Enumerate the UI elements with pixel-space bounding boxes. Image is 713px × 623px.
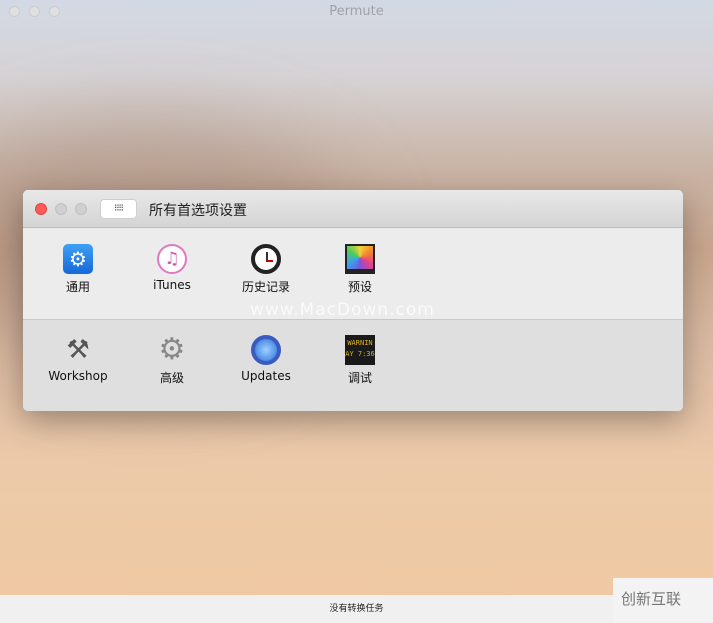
- logo-text: 创新互联: [621, 590, 682, 608]
- pref-label: 调试: [347, 371, 372, 385]
- prefs-minimize-button[interactable]: [55, 203, 67, 215]
- monitor-icon: [345, 244, 375, 274]
- app-title: Permute: [329, 4, 384, 19]
- minimize-button[interactable]: [29, 6, 40, 17]
- show-all-grid-button[interactable]: ⁝⁝⁝⁝: [100, 199, 137, 219]
- gear-icon: ⚙: [158, 332, 186, 367]
- prefs-close-button[interactable]: [35, 203, 47, 215]
- zoom-button[interactable]: [49, 6, 60, 17]
- clock-icon: [251, 244, 281, 274]
- prefs-titlebar: ⁝⁝⁝⁝ 所有首选项设置: [23, 190, 683, 228]
- prefs-title: 所有首选项设置: [149, 203, 247, 219]
- pref-workshop[interactable]: ⚒ Workshop: [38, 335, 118, 383]
- pref-label: 高级: [159, 371, 184, 385]
- pref-label: 通用: [65, 280, 90, 294]
- pref-label: 预设: [347, 280, 372, 294]
- itunes-icon: ♫: [157, 244, 187, 274]
- updates-icon: [251, 335, 281, 365]
- pref-label: Updates: [241, 369, 291, 383]
- tools-icon: ⚒: [66, 335, 90, 365]
- pref-general[interactable]: ⚙ 通用: [38, 244, 118, 295]
- console-icon: WARNIN AY 7:36: [345, 335, 375, 365]
- pref-label: iTunes: [153, 278, 191, 292]
- general-gear-icon: ⚙: [63, 244, 93, 274]
- prefs-zoom-button[interactable]: [75, 203, 87, 215]
- corner-logo: 创新互联: [613, 578, 713, 623]
- pref-advanced[interactable]: ⚙ 高级: [132, 335, 212, 386]
- pref-updates[interactable]: Updates: [226, 335, 306, 383]
- status-bar: 没有转换任务: [0, 595, 713, 623]
- close-button[interactable]: [9, 6, 20, 17]
- pref-label: Workshop: [48, 369, 108, 383]
- watermark: www.MacDown.com: [250, 300, 435, 320]
- pref-history[interactable]: 历史记录: [226, 244, 306, 295]
- prefs-row-2: ⚒ Workshop ⚙ 高级 Updates WARNIN AY 7:36 调…: [23, 320, 683, 411]
- app-titlebar: Permute: [0, 0, 713, 24]
- pref-itunes[interactable]: ♫ iTunes: [132, 244, 212, 292]
- pref-debug[interactable]: WARNIN AY 7:36 调试: [320, 335, 400, 386]
- pref-label: 历史记录: [241, 280, 290, 294]
- pref-presets[interactable]: 预设: [320, 244, 400, 295]
